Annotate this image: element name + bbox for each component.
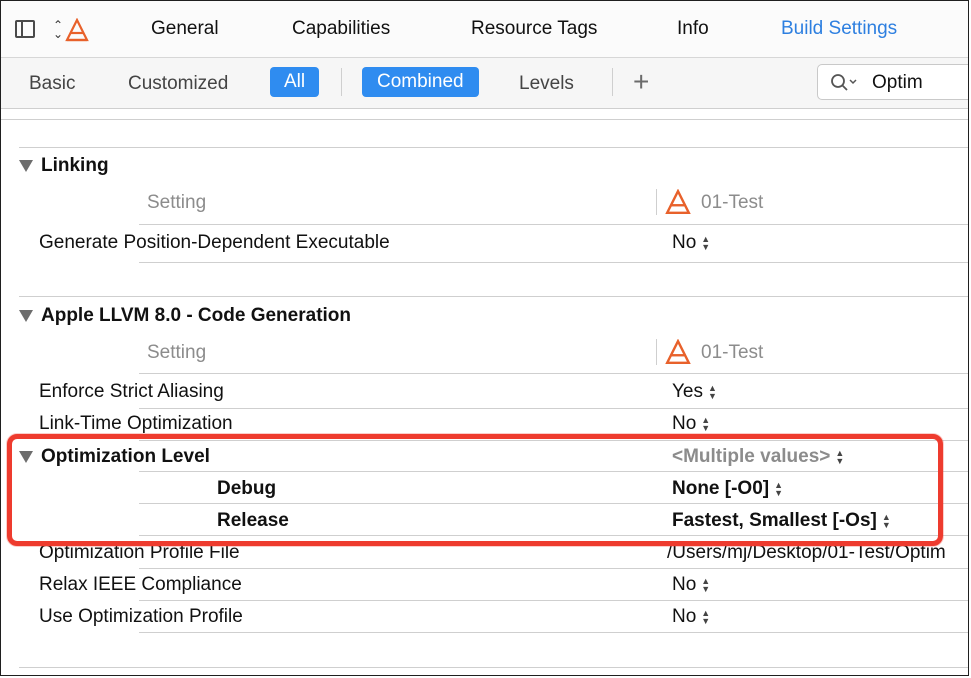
divider xyxy=(139,632,968,633)
setting-label: Enforce Strict Aliasing xyxy=(39,381,224,402)
xcode-target-icon xyxy=(665,339,691,365)
debug-value-popup[interactable]: None [-O0] ▲ ▼ xyxy=(672,478,783,500)
setting-value: Yes xyxy=(672,381,703,402)
divider xyxy=(139,262,968,263)
setting-value-popup[interactable]: No ▲ ▼ xyxy=(672,574,710,596)
setting-column-header: Setting xyxy=(147,342,207,363)
section-header-code-generation[interactable]: Apple LLVM 8.0 - Code Generation xyxy=(19,305,351,327)
optimization-level-row[interactable]: Optimization Level xyxy=(19,446,210,468)
setting-value: None [-O0] xyxy=(672,478,770,499)
levels-view-button[interactable]: Levels xyxy=(519,70,574,98)
divider xyxy=(139,503,968,504)
tab-build-settings[interactable]: Build Settings xyxy=(781,18,897,40)
popup-arrows-icon: ▲ ▼ xyxy=(701,608,711,626)
divider xyxy=(19,147,968,148)
divider xyxy=(139,408,968,409)
section-header-linking[interactable]: Linking xyxy=(19,155,109,177)
disclosure-triangle-icon[interactable] xyxy=(19,160,33,172)
divider xyxy=(139,224,968,225)
debug-config-label: Debug xyxy=(217,478,277,499)
release-config-label: Release xyxy=(217,510,289,531)
tab-general[interactable]: General xyxy=(151,18,219,40)
setting-value: No xyxy=(672,413,697,434)
chevron-updown-icon: ⌃ ⌄ xyxy=(53,18,64,41)
setting-value: <Multiple values> xyxy=(672,446,831,467)
setting-column-header: Setting xyxy=(147,192,207,213)
editor-tab-bar: ⌃ ⌄ General Capabilities Resource Tags In… xyxy=(1,1,968,58)
setting-label: Link-Time Optimization xyxy=(39,413,233,434)
all-filter-button[interactable]: All xyxy=(270,67,320,97)
popup-arrows-icon: ▲ ▼ xyxy=(774,480,784,498)
column-divider xyxy=(656,339,657,365)
optimization-level-value-popup[interactable]: <Multiple values> ▲ ▼ xyxy=(672,446,844,468)
setting-label: Generate Position-Dependent Executable xyxy=(39,232,390,253)
tab-info[interactable]: Info xyxy=(677,18,709,40)
section-title: Linking xyxy=(41,155,109,176)
divider xyxy=(1,119,968,120)
setting-label: Optimization Profile File xyxy=(39,542,240,563)
xcode-target-icon xyxy=(665,189,691,215)
divider xyxy=(139,440,968,441)
popup-arrows-icon: ▲ ▼ xyxy=(701,576,711,594)
popup-arrows-icon: ▲ ▼ xyxy=(701,415,711,433)
setting-value: Fastest, Smallest [-Os] xyxy=(672,510,877,531)
setting-label: Relax IEEE Compliance xyxy=(39,574,242,595)
setting-value: No xyxy=(672,232,697,253)
popup-arrows-icon: ▲ ▼ xyxy=(881,512,891,530)
divider xyxy=(139,568,968,569)
divider xyxy=(139,600,968,601)
setting-value-popup[interactable]: No ▲ ▼ xyxy=(672,606,710,628)
combined-view-button[interactable]: Combined xyxy=(362,67,479,97)
column-divider xyxy=(656,189,657,215)
disclosure-triangle-icon[interactable] xyxy=(19,451,33,463)
setting-label: Use Optimization Profile xyxy=(39,606,243,627)
divider xyxy=(341,68,342,96)
tab-resource-tags[interactable]: Resource Tags xyxy=(471,18,597,40)
disclosure-triangle-icon[interactable] xyxy=(19,310,33,322)
search-input[interactable] xyxy=(870,70,968,96)
divider xyxy=(19,667,968,668)
add-setting-button[interactable]: + xyxy=(633,66,649,98)
setting-value-popup[interactable]: No ▲ ▼ xyxy=(672,413,710,435)
target-column-header: 01-Test xyxy=(701,342,764,363)
search-icon xyxy=(831,74,857,91)
setting-value-popup[interactable]: Yes ▲ ▼ xyxy=(672,381,717,403)
divider xyxy=(19,296,968,297)
popup-arrows-icon: ▲ ▼ xyxy=(835,448,845,466)
setting-value: /Users/mj/Desktop/01-Test/Optim xyxy=(667,542,946,563)
divider xyxy=(139,373,968,374)
section-title: Apple LLVM 8.0 - Code Generation xyxy=(41,305,352,326)
customized-filter-button[interactable]: Customized xyxy=(128,70,228,98)
setting-value-popup[interactable]: No ▲ ▼ xyxy=(672,232,710,254)
divider xyxy=(139,471,968,472)
search-field[interactable] xyxy=(817,64,968,100)
setting-label: Optimization Level xyxy=(41,446,210,467)
filter-bar: Basic Customized All Combined Levels + xyxy=(1,58,968,109)
release-value-popup[interactable]: Fastest, Smallest [-Os] ▲ ▼ xyxy=(672,510,891,532)
sidebar-toggle-icon[interactable] xyxy=(15,20,35,38)
tab-capabilities[interactable]: Capabilities xyxy=(292,18,390,40)
target-picker[interactable]: ⌃ ⌄ xyxy=(53,17,89,43)
popup-arrows-icon: ▲ ▼ xyxy=(708,383,717,401)
xcode-app-icon xyxy=(65,18,89,42)
setting-value-field[interactable]: /Users/mj/Desktop/01-Test/Optim xyxy=(667,542,946,564)
target-column-header: 01-Test xyxy=(701,192,764,213)
basic-filter-button[interactable]: Basic xyxy=(29,70,75,98)
divider xyxy=(612,68,613,96)
popup-arrows-icon: ▲ ▼ xyxy=(701,234,711,252)
setting-value: No xyxy=(672,574,697,595)
divider xyxy=(139,535,968,536)
build-settings-window: ⌃ ⌄ General Capabilities Resource Tags In… xyxy=(0,0,969,676)
setting-value: No xyxy=(672,606,697,627)
settings-list: Linking Setting 01-Test Generate Positio… xyxy=(1,109,968,675)
